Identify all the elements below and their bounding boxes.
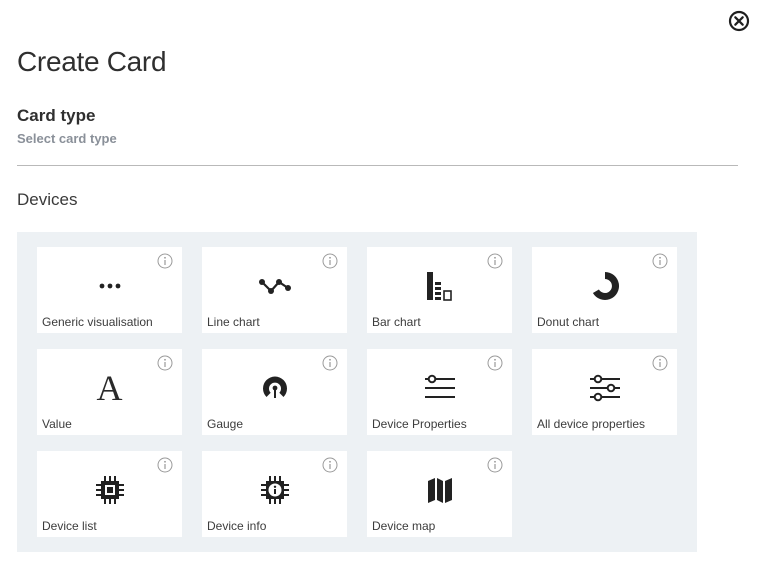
card-label: Device list xyxy=(42,519,97,533)
value-icon: A xyxy=(96,368,123,408)
info-icon[interactable] xyxy=(157,457,173,473)
card-donut-chart[interactable]: Donut chart xyxy=(532,247,677,333)
card-label: All device properties xyxy=(537,417,646,431)
card-device-properties[interactable]: Device Properties xyxy=(367,349,512,435)
bar-chart-icon xyxy=(367,269,512,303)
info-icon[interactable] xyxy=(652,355,668,371)
card-bar-chart[interactable]: Bar chart xyxy=(367,247,512,333)
map-icon xyxy=(367,473,512,507)
card-generic-visualisation[interactable]: Generic visualisation xyxy=(37,247,182,333)
card-label: Bar chart xyxy=(372,315,421,329)
chip-info-icon xyxy=(202,473,347,507)
card-type-label: Card type xyxy=(17,106,96,125)
info-icon[interactable] xyxy=(157,355,173,371)
divider xyxy=(17,165,738,166)
chip-icon xyxy=(37,473,182,507)
device-properties-icon xyxy=(367,371,512,405)
dots-icon xyxy=(37,269,182,303)
card-label: Donut chart xyxy=(537,315,600,329)
card-label: Value xyxy=(42,417,72,431)
all-device-properties-icon xyxy=(532,371,677,405)
info-icon[interactable] xyxy=(322,457,338,473)
card-device-info[interactable]: Device info xyxy=(202,451,347,537)
gauge-icon xyxy=(202,371,347,405)
card-all-device-properties[interactable]: All device properties xyxy=(532,349,677,435)
card-label: Gauge xyxy=(207,417,244,431)
info-icon[interactable] xyxy=(487,355,503,371)
card-type-grid: Generic visualisation Line chart Bar cha… xyxy=(17,232,697,552)
info-icon[interactable] xyxy=(487,457,503,473)
info-icon[interactable] xyxy=(322,355,338,371)
card-label: Device map xyxy=(372,519,436,533)
donut-chart-icon xyxy=(532,269,677,303)
group-label-devices: Devices xyxy=(17,190,78,209)
card-label: Device Properties xyxy=(372,417,467,431)
card-label: Generic visualisation xyxy=(42,315,153,329)
card-label: Device info xyxy=(207,519,267,533)
page-title: Create Card xyxy=(17,46,167,77)
card-device-map[interactable]: Device map xyxy=(367,451,512,537)
info-icon[interactable] xyxy=(487,253,503,269)
info-icon[interactable] xyxy=(322,253,338,269)
card-label: Line chart xyxy=(207,315,260,329)
info-icon[interactable] xyxy=(652,253,668,269)
card-gauge[interactable]: Gauge xyxy=(202,349,347,435)
card-line-chart[interactable]: Line chart xyxy=(202,247,347,333)
line-chart-icon xyxy=(202,269,347,303)
card-type-hint: Select card type xyxy=(17,131,117,146)
close-icon[interactable] xyxy=(728,10,750,32)
info-icon[interactable] xyxy=(157,253,173,269)
create-card-dialog: Create Card Card type Select card type D… xyxy=(0,0,758,565)
card-device-list[interactable]: Device list xyxy=(37,451,182,537)
card-value[interactable]: A Value xyxy=(37,349,182,435)
